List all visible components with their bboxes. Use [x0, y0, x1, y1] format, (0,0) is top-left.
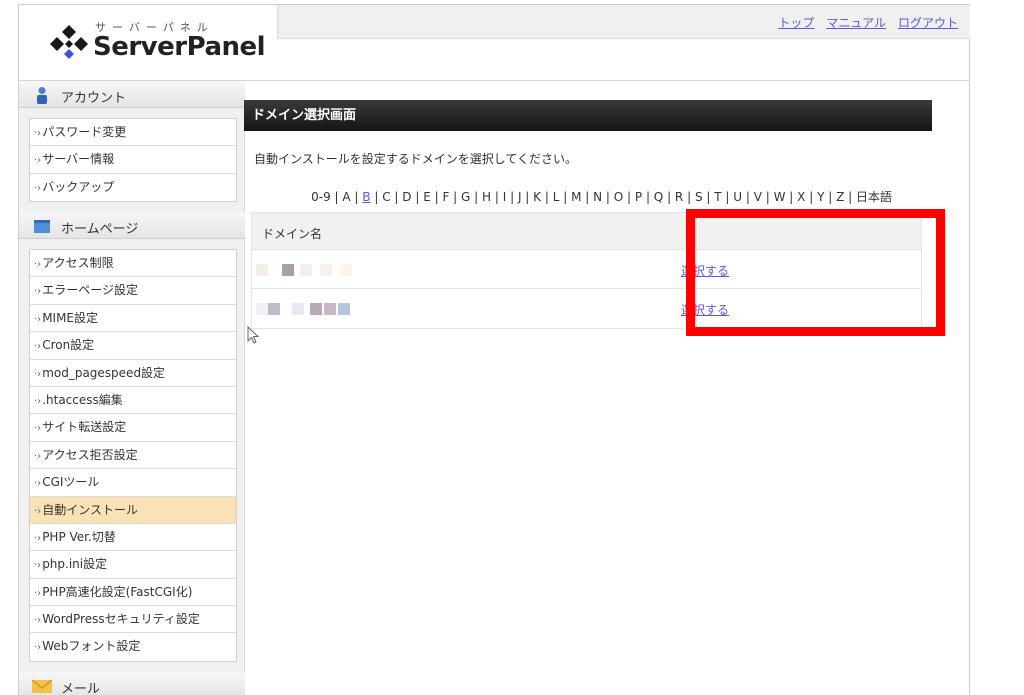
blurred-domain-name — [324, 303, 336, 315]
sidebar-section-account[interactable]: アカウント — [19, 81, 245, 108]
sidebar-section-mail-label: メール — [61, 682, 101, 695]
top-links: トップ マニュアル ログアウト — [766, 14, 958, 31]
menu-item-auto-install[interactable]: ·›自動インストール — [30, 496, 236, 524]
highlight-box — [686, 209, 945, 336]
sidebar-section-mail[interactable]: メール — [19, 672, 245, 695]
menu-arrow-icon: ·› — [34, 532, 42, 544]
top-bar: トップ マニュアル ログアウト — [277, 5, 970, 39]
top-link-manual[interactable]: マニュアル — [826, 16, 886, 30]
sidebar: アカウント ·›パスワード変更 ·›サーバー情報 ·›バックアップ ホームページ… — [19, 81, 245, 695]
top-link-logout[interactable]: ログアウト — [898, 16, 958, 30]
menu-arrow-icon: ·› — [34, 587, 42, 599]
blurred-domain-name — [256, 264, 268, 276]
menu-arrow-icon: ·› — [34, 615, 42, 627]
homepage-menu: ·›アクセス制限 ·›エラーページ設定 ·›MIME設定 ·›Cron設定 ·›… — [29, 249, 237, 662]
sidebar-section-homepage-label: ホームページ — [61, 222, 139, 237]
blurred-domain-name — [338, 303, 350, 315]
menu-arrow-icon: ·› — [34, 395, 42, 407]
menu-arrow-icon: ·› — [34, 155, 42, 167]
menu-item-mime[interactable]: ·›MIME設定 — [30, 305, 236, 333]
menu-arrow-icon: ·› — [34, 182, 42, 194]
sidebar-section-account-label: アカウント — [61, 91, 127, 106]
top-link-top[interactable]: トップ — [778, 16, 814, 30]
menu-item-access-restriction[interactable]: ·›アクセス制限 — [30, 250, 236, 278]
instruction-text: 自動インストールを設定するドメインを選択してください。 — [254, 152, 578, 166]
logo-text: ServerPanel — [93, 32, 266, 62]
mail-envelope-icon — [31, 679, 53, 693]
blurred-domain-name — [320, 264, 332, 276]
blurred-domain-name — [256, 303, 268, 315]
menu-item-php-ini[interactable]: ·›php.ini設定 — [30, 551, 236, 579]
menu-item-mod-pagespeed[interactable]: ·›mod_pagespeed設定 — [30, 360, 236, 387]
blurred-domain-name — [310, 303, 322, 315]
menu-item-wordpress-security[interactable]: ·›WordPressセキュリティ設定 — [30, 606, 236, 634]
menu-arrow-icon: ·› — [34, 560, 42, 572]
homepage-icon — [34, 220, 50, 233]
menu-item-cgi-tools[interactable]: ·›CGIツール — [30, 469, 236, 497]
alphabet-filter-links[interactable]: 0-9 | A | B | C | D | E | F | G | H | I … — [311, 190, 892, 204]
menu-arrow-icon: ·› — [34, 313, 42, 325]
page-title: ドメイン選択画面 — [244, 100, 932, 131]
menu-arrow-icon: ·› — [34, 368, 42, 380]
sidebar-section-homepage[interactable]: ホームページ — [19, 212, 245, 239]
blurred-domain-name — [300, 264, 312, 276]
account-menu: ·›パスワード変更 ·›サーバー情報 ·›バックアップ — [29, 118, 237, 203]
menu-arrow-icon: ·› — [34, 259, 42, 270]
menu-item-password[interactable]: ·›パスワード変更 — [30, 119, 236, 147]
menu-arrow-icon: ·› — [34, 450, 42, 462]
account-person-icon — [37, 87, 47, 104]
logo[interactable]: サーバーパネル ServerPanel — [19, 5, 277, 80]
alphabet-filter[interactable]: 0-9 | A | B | C | D | E | F | G | H | I … — [244, 188, 932, 205]
menu-arrow-icon: ·› — [34, 642, 42, 654]
mouse-cursor-icon — [247, 326, 259, 344]
menu-arrow-icon: ·› — [34, 478, 42, 490]
menu-arrow-icon: ·› — [34, 286, 42, 298]
menu-item-php-version[interactable]: ·›PHP Ver.切替 — [30, 524, 236, 552]
menu-item-error-page[interactable]: ·›エラーページ設定 — [30, 277, 236, 305]
menu-item-access-deny[interactable]: ·›アクセス拒否設定 — [30, 442, 236, 470]
menu-item-htaccess[interactable]: ·›.htaccess編集 — [30, 387, 236, 415]
menu-item-server-info[interactable]: ·›サーバー情報 — [30, 146, 236, 174]
logo-diamond-icon — [50, 25, 88, 59]
menu-arrow-icon: ·› — [34, 341, 42, 353]
blurred-domain-name — [292, 303, 304, 315]
menu-item-backup[interactable]: ·›バックアップ — [30, 174, 236, 201]
menu-arrow-icon: ·› — [34, 505, 42, 517]
blurred-domain-name — [340, 264, 352, 276]
blurred-domain-name — [282, 264, 294, 276]
blurred-domain-name — [268, 303, 280, 315]
menu-arrow-icon: ·› — [34, 423, 42, 435]
menu-item-cron[interactable]: ·›Cron設定 — [30, 332, 236, 360]
menu-item-webfont[interactable]: ·›Webフォント設定 — [30, 633, 236, 660]
menu-item-php-fastcgi[interactable]: ·›PHP高速化設定(FastCGI化) — [30, 579, 236, 607]
menu-arrow-icon: ·› — [34, 128, 42, 139]
menu-item-site-redirect[interactable]: ·›サイト転送設定 — [30, 414, 236, 442]
column-header-domain: ドメイン名 — [262, 227, 323, 241]
